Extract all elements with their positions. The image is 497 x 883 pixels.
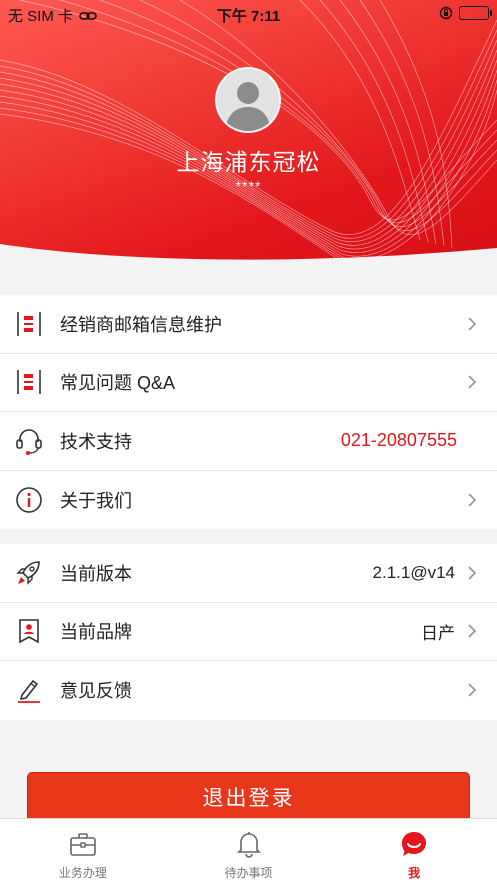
version-value: 2.1.1@v14 [372,562,455,582]
menu-item-feedback[interactable]: 意见反馈 [0,661,497,720]
chevron-right-icon [468,375,477,389]
menu-item-label: 经销商邮箱信息维护 [60,314,222,335]
support-phone-number[interactable]: 021-20807555 [341,430,457,451]
document-flag-icon [15,368,43,396]
pencil-icon [15,676,43,704]
user-account-masked: **** [235,178,262,194]
tab-label: 业务办理 [58,866,107,880]
avatar[interactable] [215,67,281,133]
profile-header [0,0,497,270]
tab-label: 待办事项 [224,866,273,880]
rocket-icon [15,559,43,587]
menu-item-current-version[interactable]: 当前版本 2.1.1@v14 [0,544,497,603]
tab-label: 我 [408,866,421,880]
menu-item-label: 常见问题 Q&A [60,373,176,394]
menu-item-about-us[interactable]: 关于我们 [0,471,497,530]
menu-group-1: 经销商邮箱信息维护 常见问题 Q&A 技术支持 021-20807555 关于我… [0,295,497,529]
menu-item-label: 当前版本 [60,563,132,584]
bottom-tab-bar: 业务办理 待办事项 我 [0,818,497,883]
tab-todo[interactable]: 待办事项 [166,819,332,883]
tab-business[interactable]: 业务办理 [0,819,166,883]
menu-item-label: 关于我们 [60,490,132,511]
chevron-right-icon [468,566,477,580]
chevron-right-icon [468,683,477,697]
briefcase-icon [68,829,98,859]
headset-icon [15,427,43,455]
menu-item-label: 技术支持 [60,431,132,452]
me-chat-icon [399,829,429,859]
menu-item-label: 当前品牌 [60,622,132,643]
menu-item-dealer-email[interactable]: 经销商邮箱信息维护 [0,295,497,354]
brand-value: 日产 [421,623,455,643]
orientation-lock-icon [439,6,453,20]
menu-item-faq[interactable]: 常见问题 Q&A [0,354,497,412]
chevron-right-icon [468,493,477,507]
status-right [439,6,492,20]
document-flag-icon [15,310,43,338]
chevron-right-icon [468,624,477,638]
menu-group-2: 当前版本 2.1.1@v14 当前品牌 日产 意见反馈 [0,544,497,720]
battery-icon [459,6,492,20]
bell-icon [234,829,264,859]
info-icon [15,486,43,514]
badge-icon [15,617,43,645]
tab-me[interactable]: 我 [331,819,497,883]
logout-button[interactable]: 退出登录 [27,772,470,824]
menu-item-label: 意见反馈 [60,681,132,702]
menu-item-current-brand[interactable]: 当前品牌 日产 [0,603,497,661]
user-silhouette-icon [217,69,279,131]
chevron-right-icon [468,317,477,331]
status-bar: 无 SIM 卡 下午 7:11 [0,0,497,28]
user-name: 上海浦东冠松 [176,149,321,175]
status-time: 下午 7:11 [216,8,281,25]
header-bottom-curve [0,244,497,270]
menu-item-tech-support[interactable]: 技术支持 021-20807555 [0,412,497,471]
